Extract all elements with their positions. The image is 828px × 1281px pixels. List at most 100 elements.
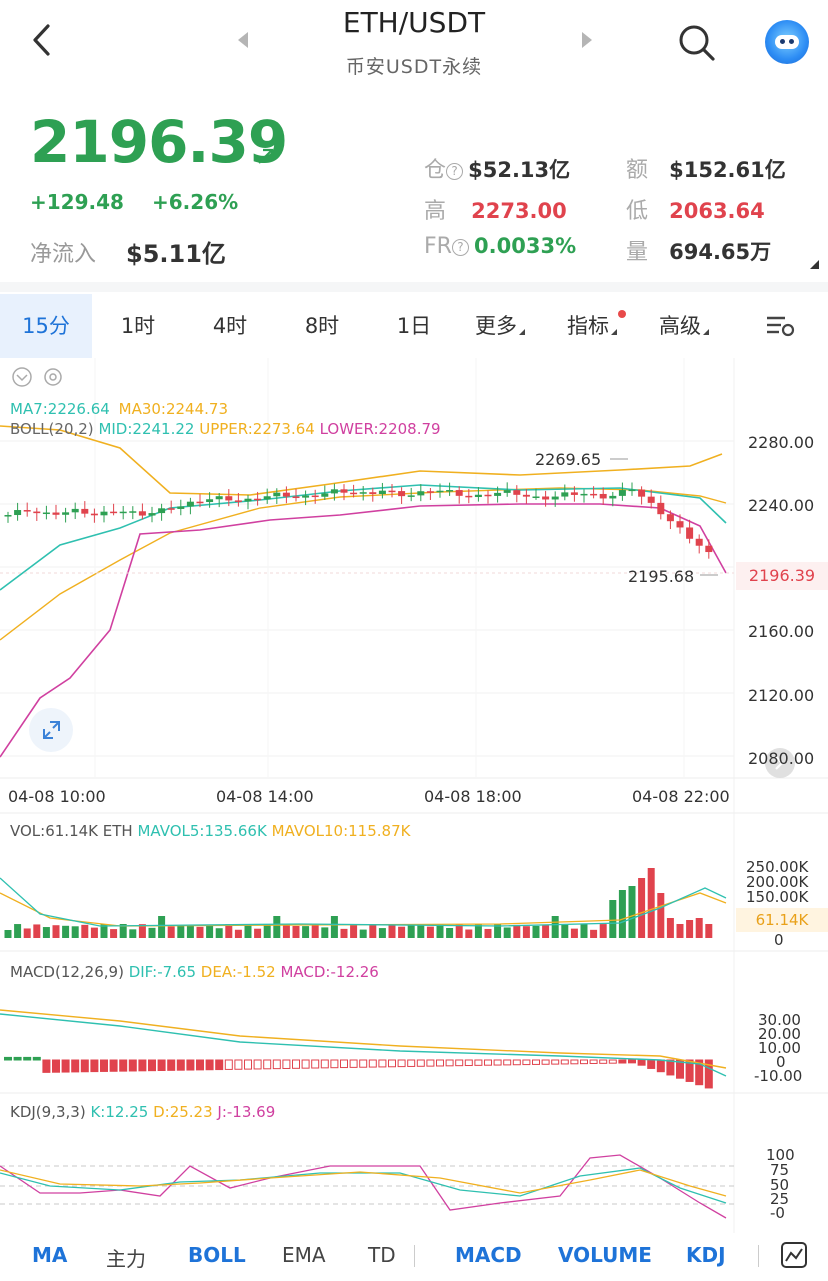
- indicator-td[interactable]: TD: [368, 1243, 396, 1267]
- macd-bar: [176, 1059, 185, 1071]
- volume-bar: [378, 928, 386, 938]
- drawing-tool-icon[interactable]: [780, 1241, 808, 1269]
- volume-bar: [158, 916, 166, 938]
- robot-avatar-icon[interactable]: [765, 20, 809, 64]
- macd-bar: [378, 1059, 387, 1068]
- tab-more[interactable]: 更多: [460, 294, 540, 358]
- indicator-boll[interactable]: BOLL: [188, 1243, 246, 1267]
- macd-bar: [608, 1059, 617, 1064]
- tab-1h[interactable]: 1时: [92, 294, 184, 358]
- candle-body: [638, 489, 646, 497]
- up-trend-arrow-icon: [258, 148, 274, 164]
- volume-bar: [340, 928, 348, 938]
- macd-bar: [493, 1059, 502, 1066]
- tab-advanced-label: 高级: [659, 314, 701, 338]
- time-tick: 04-08 10:00: [8, 787, 106, 806]
- indicator-volume[interactable]: VOLUME: [558, 1243, 652, 1267]
- candle-body: [158, 508, 166, 514]
- indicator-ema[interactable]: EMA: [282, 1243, 326, 1267]
- candle-body: [417, 491, 425, 496]
- macd-bars: [0, 1009, 727, 1089]
- volume-bar: [71, 926, 79, 938]
- candle-body: [100, 511, 108, 516]
- macd-bar: [532, 1059, 540, 1065]
- candle-body: [234, 500, 242, 502]
- tab-advanced[interactable]: 高级: [644, 294, 724, 358]
- volume-bar: [618, 890, 626, 938]
- candle-body: [618, 490, 626, 496]
- notification-dot: [618, 310, 626, 318]
- vol-tick: 150.00K: [746, 888, 809, 906]
- stat-funding-rate[interactable]: FR? 0.0033%: [424, 234, 576, 259]
- candlesticks: [0, 458, 734, 576]
- macd-bar: [637, 1059, 646, 1066]
- candle-body: [90, 513, 98, 516]
- kdj-d-line: [0, 1169, 727, 1197]
- macd-bar: [397, 1059, 406, 1068]
- volume-bar: [686, 920, 694, 938]
- volume-bar: [215, 928, 223, 938]
- volume-bar: [350, 924, 358, 938]
- macd-bar: [551, 1059, 560, 1065]
- volume-bar: [676, 924, 684, 938]
- help-icon[interactable]: ?: [451, 239, 469, 256]
- macd-bar: [580, 1059, 588, 1065]
- macd-bar: [215, 1059, 224, 1071]
- gear-icon[interactable]: [44, 368, 62, 386]
- price-tick: 2120.00: [748, 686, 815, 705]
- volume-bar: [657, 893, 665, 938]
- vol-tick: 0: [774, 931, 784, 949]
- separator: [414, 1245, 415, 1267]
- next-symbol-icon[interactable]: [580, 30, 594, 50]
- macd-bar: [388, 1059, 396, 1068]
- candle-body: [398, 491, 406, 497]
- indicator-kdj[interactable]: KDJ: [686, 1243, 726, 1267]
- kdj-tick: -0: [770, 1204, 785, 1222]
- candle-body: [196, 501, 204, 504]
- stat-volume: 量 694.65万: [626, 234, 771, 266]
- candle-body: [129, 511, 137, 513]
- macd-bar: [311, 1059, 320, 1069]
- candle-body: [263, 496, 271, 500]
- indicator-ma[interactable]: MA: [32, 1243, 67, 1267]
- volume-legend: VOL:61.14K ETH MAVOL5:135.66K MAVOL10:11…: [10, 822, 410, 840]
- indicator-macd[interactable]: MACD: [455, 1243, 522, 1267]
- macd-bar: [455, 1059, 464, 1067]
- candle-body: [138, 511, 146, 516]
- candle-body: [350, 492, 358, 495]
- candle-body: [340, 489, 348, 493]
- candle-body: [446, 490, 454, 492]
- expand-stats-icon[interactable]: [810, 260, 819, 269]
- indicator-main-force[interactable]: 主力: [106, 1243, 146, 1272]
- macd-bar: [416, 1059, 425, 1067]
- collapse-legend-icon[interactable]: [12, 367, 32, 387]
- volume-bar: [513, 924, 521, 938]
- search-icon[interactable]: [676, 22, 716, 62]
- tab-4h[interactable]: 4时: [184, 294, 276, 358]
- stat-volume-label: 量: [626, 240, 649, 265]
- tab-8h[interactable]: 8时: [276, 294, 368, 358]
- fullscreen-icon[interactable]: [29, 708, 73, 752]
- macd-bar: [234, 1059, 243, 1070]
- help-icon[interactable]: ?: [446, 163, 464, 180]
- tab-15m[interactable]: 15分: [0, 294, 92, 358]
- volume-bar: [407, 925, 415, 938]
- tab-indicators[interactable]: 指标: [552, 294, 632, 358]
- tab-more-label: 更多: [475, 314, 517, 338]
- chart-settings-icon[interactable]: [765, 314, 795, 338]
- tab-1d[interactable]: 1日: [368, 294, 460, 358]
- volume-bar: [177, 925, 185, 938]
- stat-turnover-value: $152.61亿: [669, 158, 786, 182]
- ma30-value: MA30:2244.73: [118, 400, 228, 418]
- stat-oi[interactable]: 仓? $52.13亿: [424, 152, 570, 184]
- section-divider: [0, 282, 828, 292]
- stat-high-label: 高: [424, 199, 447, 224]
- macd-title: MACD(12,26,9): [10, 963, 124, 981]
- kdj-d: D:25.23: [153, 1103, 213, 1121]
- stat-turnover-label: 额: [626, 158, 649, 183]
- ma30-line: [0, 487, 727, 641]
- candle-body: [52, 512, 60, 515]
- candle-body: [666, 514, 674, 522]
- kdj-j: J:-13.69: [217, 1103, 276, 1121]
- candle-body: [33, 511, 41, 514]
